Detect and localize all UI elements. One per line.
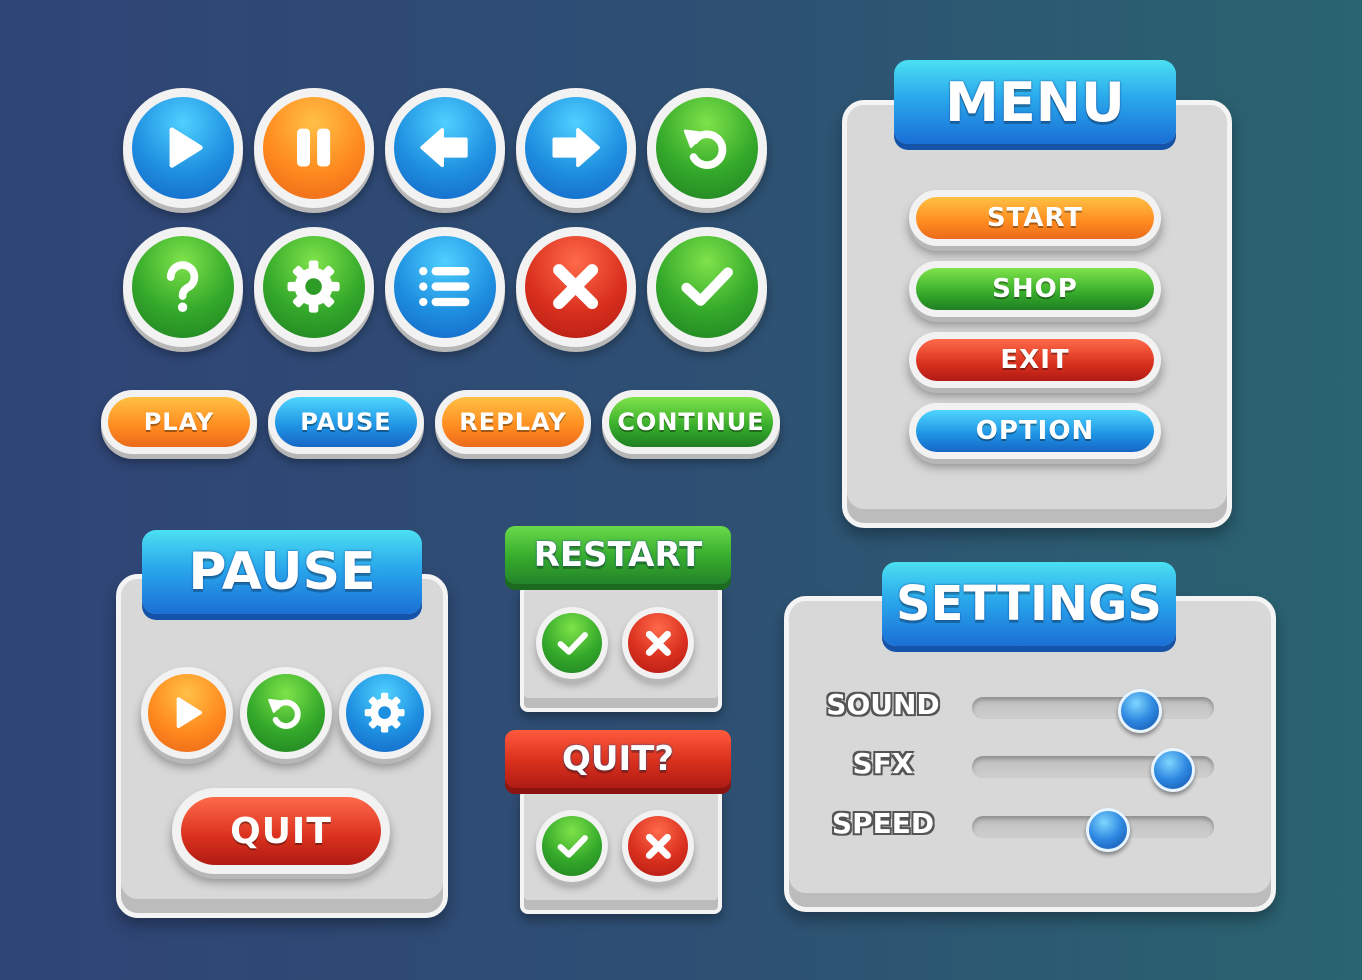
continue-pill-button[interactable]: CONTINUE [602, 390, 780, 454]
quit-confirm-button[interactable] [536, 810, 608, 882]
restart-cancel-button[interactable] [622, 607, 694, 679]
back-round-button[interactable] [385, 88, 505, 208]
settings-title: SETTINGS [882, 562, 1176, 646]
close-icon [645, 630, 671, 656]
settings-round-button[interactable] [254, 227, 374, 347]
exit-label: EXIT [916, 339, 1154, 381]
sound-slider-handle[interactable] [1117, 689, 1162, 733]
option-label: OPTION [916, 410, 1154, 452]
gear-icon [365, 693, 405, 733]
sound-label: SOUND [826, 688, 940, 721]
pause-panel-title: PAUSE [142, 530, 422, 614]
close-icon [645, 833, 671, 859]
pause-panel-replay-button[interactable] [240, 667, 332, 759]
arrow-right-icon [552, 128, 601, 168]
question-icon [167, 261, 199, 313]
quit-button[interactable]: QUIT [172, 788, 390, 874]
quit-cancel-button[interactable] [622, 810, 694, 882]
pause-pill-button[interactable]: PAUSE [268, 390, 424, 454]
start-button[interactable]: START [909, 190, 1161, 246]
forward-round-button[interactable] [516, 88, 636, 208]
pause-panel-play-button[interactable] [141, 667, 233, 759]
speed-slider-handle[interactable] [1086, 808, 1131, 852]
list-icon [419, 267, 470, 307]
pause-icon [297, 129, 331, 167]
menu-title: MENU [894, 60, 1176, 144]
list-round-button[interactable] [385, 227, 505, 347]
quit-dialog-title: QUIT? [505, 730, 731, 788]
check-icon [557, 834, 588, 858]
pause-round-button[interactable] [254, 88, 374, 208]
replay-pill-label: REPLAY [442, 397, 584, 447]
shop-label: SHOP [916, 268, 1154, 310]
sfx-slider[interactable] [972, 748, 1214, 792]
exit-button[interactable]: EXIT [909, 332, 1161, 388]
speed-slider[interactable] [972, 808, 1214, 852]
help-round-button[interactable] [123, 227, 243, 347]
quit-label: QUIT [181, 797, 381, 865]
speed-label: SPEED [831, 807, 935, 840]
play-pill-label: PLAY [108, 397, 250, 447]
gear-icon [287, 260, 341, 314]
shop-button[interactable]: SHOP [909, 261, 1161, 317]
replay-icon [268, 699, 302, 730]
close-round-button[interactable] [516, 227, 636, 347]
confirm-round-button[interactable] [647, 227, 767, 347]
play-icon [169, 127, 204, 169]
check-icon [557, 631, 588, 655]
sound-slider[interactable] [972, 689, 1214, 733]
play-icon [177, 697, 203, 729]
restart-title: RESTART [505, 526, 731, 584]
arrow-left-icon [420, 128, 469, 168]
replay-icon [684, 129, 727, 170]
check-icon [681, 267, 734, 307]
replay-pill-button[interactable]: REPLAY [435, 390, 591, 454]
replay-round-button[interactable] [647, 88, 767, 208]
sfx-label: SFX [852, 747, 914, 780]
restart-confirm-button[interactable] [536, 607, 608, 679]
continue-pill-label: CONTINUE [609, 397, 773, 447]
start-label: START [916, 197, 1154, 239]
close-icon [553, 264, 599, 310]
pause-pill-label: PAUSE [275, 397, 417, 447]
play-pill-button[interactable]: PLAY [101, 390, 257, 454]
option-button[interactable]: OPTION [909, 403, 1161, 459]
play-round-button[interactable] [123, 88, 243, 208]
pause-panel-settings-button[interactable] [339, 667, 431, 759]
